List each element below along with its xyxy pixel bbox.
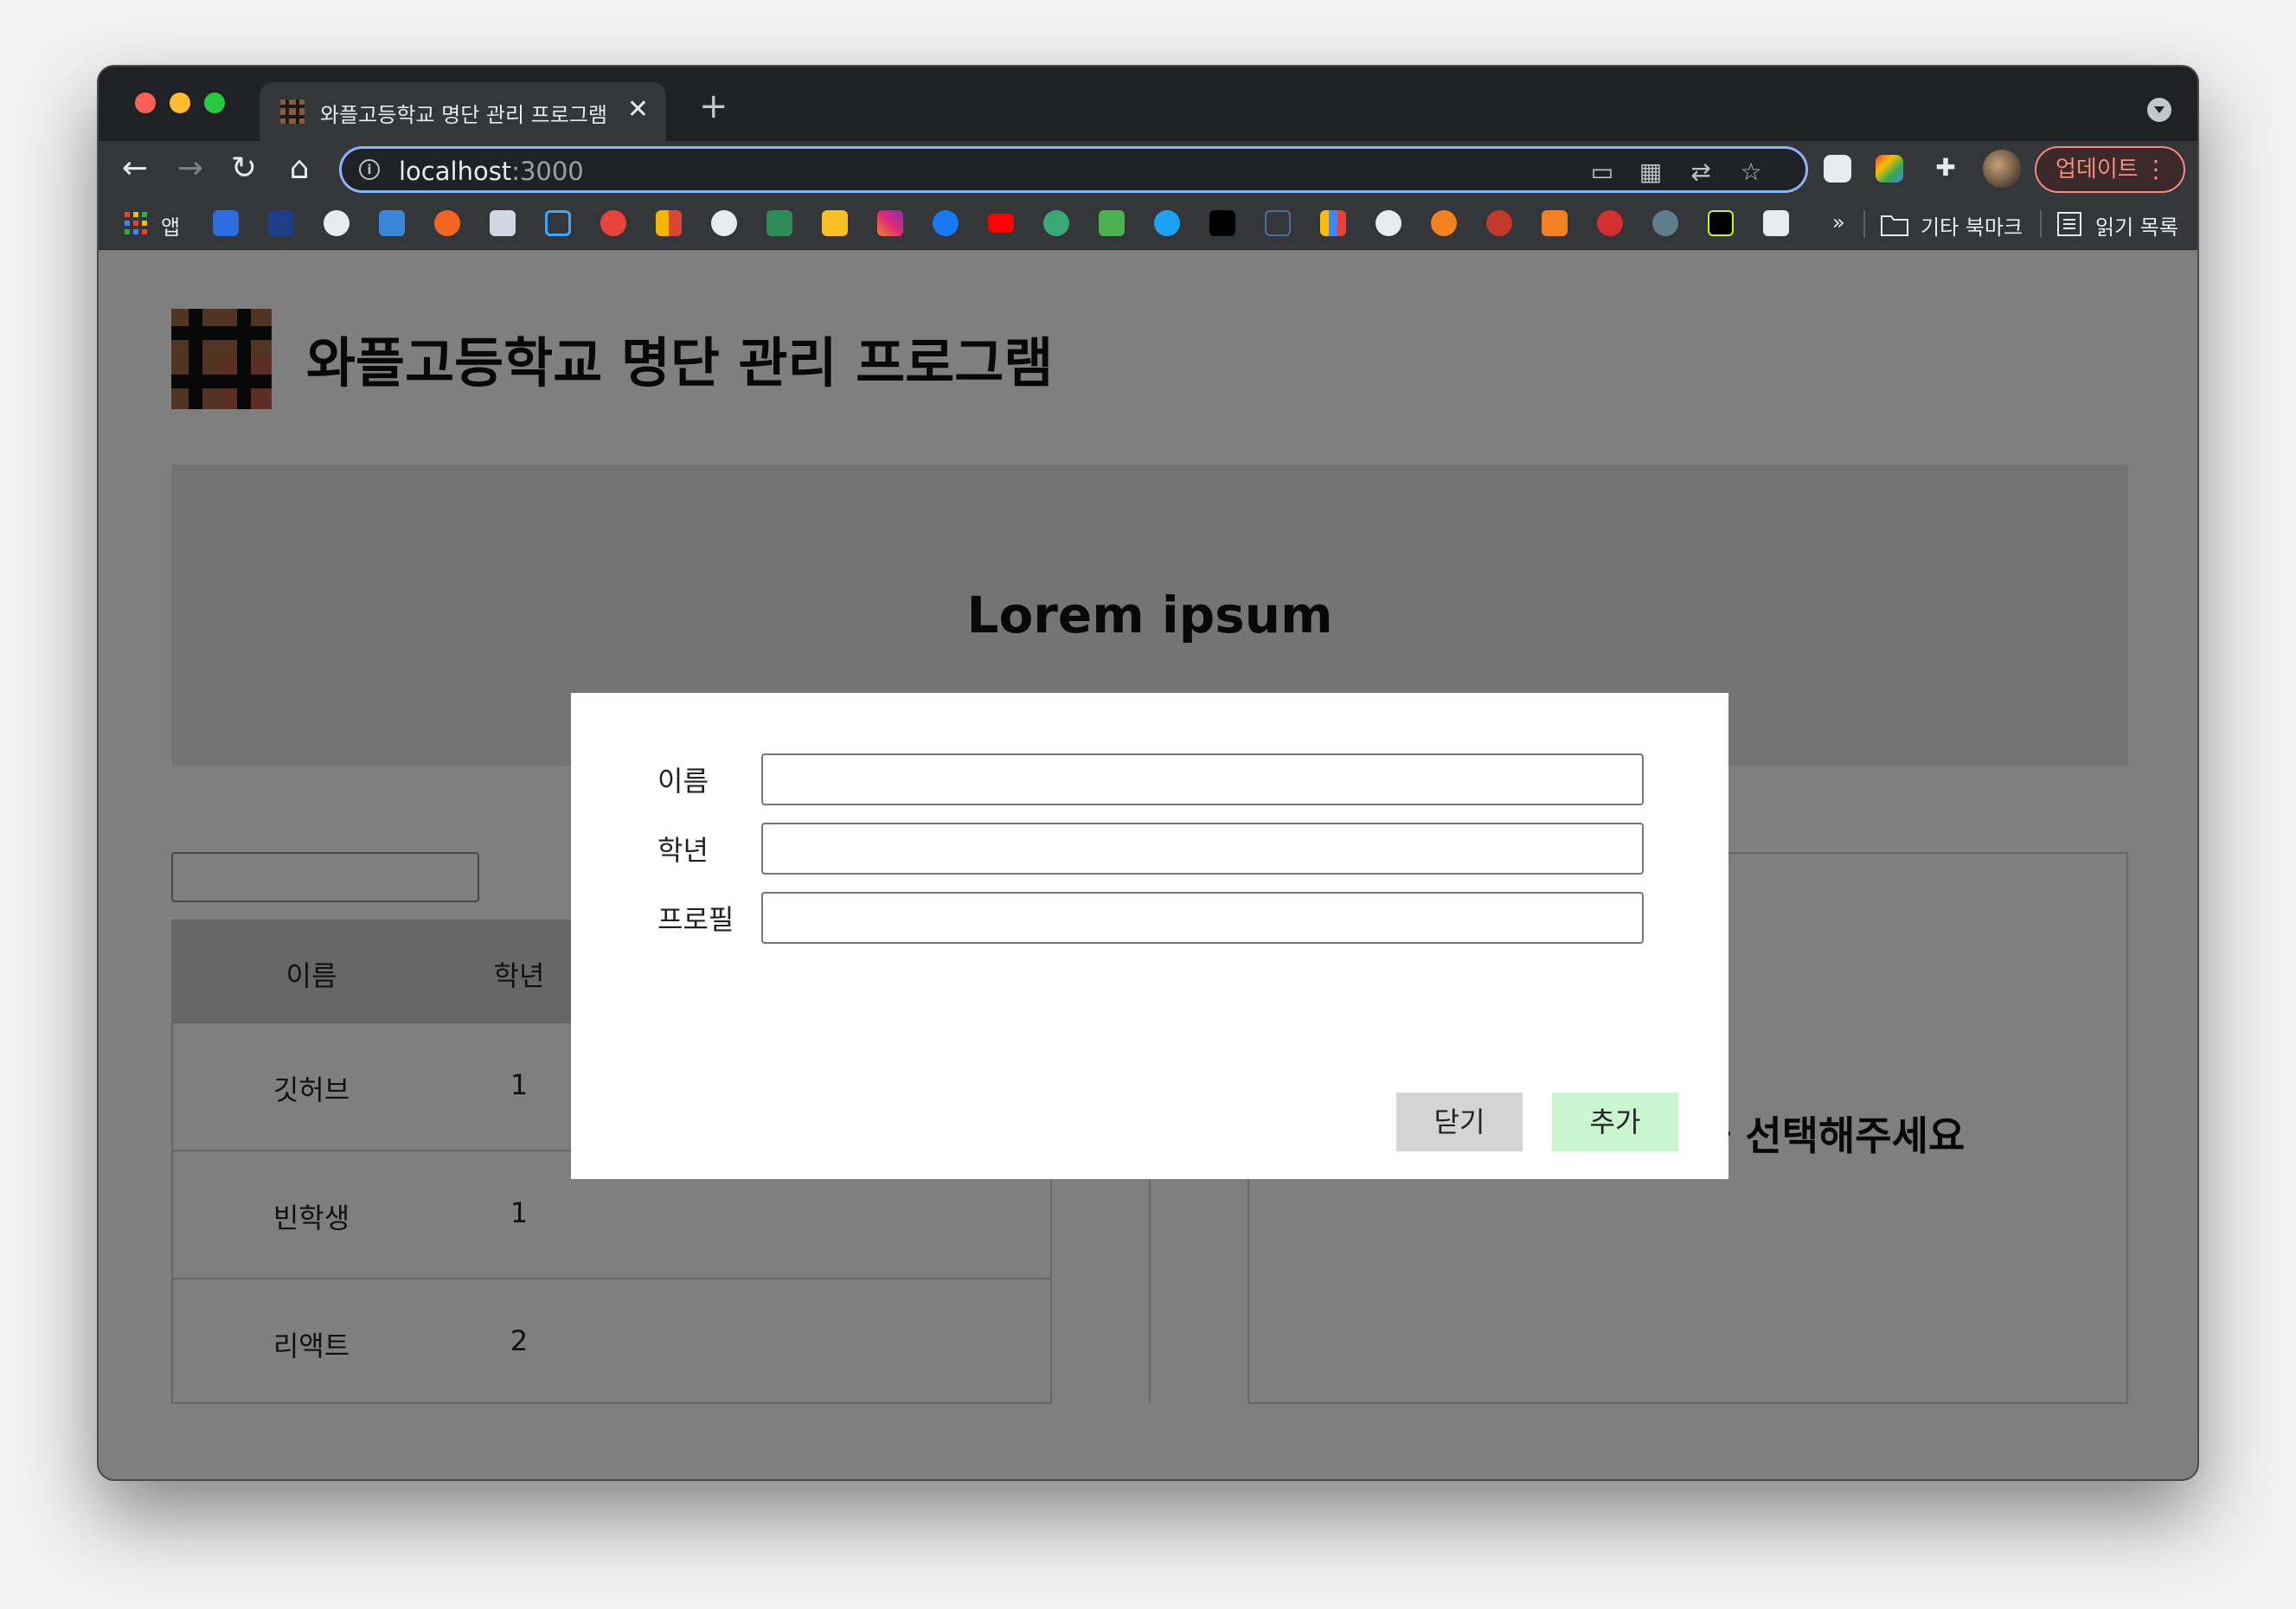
bookmark-icon[interactable] (1431, 210, 1457, 236)
reload-button[interactable]: ↻ (225, 150, 263, 188)
tab-close-icon[interactable]: ✕ (627, 94, 649, 125)
bookmark-star-icon[interactable]: ☆ (1736, 157, 1766, 187)
translate-icon[interactable]: ⇄ (1686, 157, 1716, 187)
add-button[interactable]: 추가 (1552, 1093, 1678, 1151)
github-icon[interactable] (1376, 210, 1401, 236)
facebook-icon[interactable] (933, 210, 959, 236)
more-menu-icon[interactable]: ⋮ (2144, 148, 2168, 191)
tab-strip: 와플고등학교 명단 관리 프로그램 ✕ + (99, 67, 2197, 141)
profile-input[interactable] (761, 892, 1644, 944)
reading-list-label[interactable]: 읽기 목록 (2095, 210, 2178, 240)
update-label: 업데이트 (2055, 157, 2139, 183)
bookmarks-separator (2040, 210, 2042, 238)
bookmark-icon[interactable] (1708, 210, 1734, 236)
other-bookmarks-label[interactable]: 기타 북마크 (1921, 210, 2023, 240)
bookmark-icon[interactable] (822, 210, 848, 236)
update-button[interactable]: 업데이트 ⋮ (2035, 146, 2185, 193)
bookmark-icon[interactable] (268, 210, 294, 236)
close-window-button[interactable] (135, 93, 156, 113)
grade-input[interactable] (761, 823, 1644, 875)
bookmarks-separator (1863, 210, 1865, 238)
code-bookmark-icon[interactable] (1265, 210, 1291, 236)
grade-field-label: 학년 (657, 834, 709, 867)
home-button[interactable]: ⌂ (280, 150, 318, 188)
folder-icon (1881, 215, 1908, 236)
new-tab-button[interactable]: + (699, 89, 728, 124)
bookmark-icon[interactable] (545, 210, 571, 236)
name-field-label: 이름 (657, 765, 709, 798)
minimize-window-button[interactable] (170, 93, 190, 113)
bookmark-icon[interactable] (1154, 210, 1180, 236)
bookmark-icon[interactable] (379, 210, 405, 236)
bookmark-icon[interactable] (1209, 210, 1235, 236)
browser-tab[interactable]: 와플고등학교 명단 관리 프로그램 ✕ (260, 82, 666, 141)
instagram-icon[interactable] (877, 210, 903, 236)
youtube-icon[interactable] (988, 214, 1014, 233)
bookmark-icon[interactable] (656, 210, 682, 236)
extension-icon[interactable] (1824, 155, 1851, 183)
bookmarks-bar: 앱 » 기타 북마크 읽기 목록 (99, 198, 2197, 250)
back-button[interactable]: ← (116, 150, 154, 188)
site-info-icon[interactable]: i (359, 159, 380, 180)
waffle-favicon-icon (280, 99, 305, 124)
add-student-modal: 이름 학년 프로필 닫기 추가 (571, 693, 1728, 1179)
bookmark-icon[interactable] (1043, 210, 1069, 236)
bookmark-icon[interactable] (1486, 210, 1512, 236)
url-text[interactable]: localhost:3000 (399, 157, 584, 186)
profile-avatar[interactable] (1983, 150, 2021, 188)
bookmark-icon[interactable] (213, 210, 239, 236)
name-input[interactable] (761, 753, 1644, 805)
extensions-puzzle-icon[interactable]: ✚ (1931, 153, 1960, 183)
cast-icon[interactable]: ▭ (1587, 157, 1617, 187)
address-bar[interactable]: i localhost:3000 ▭ ▦ ⇄ ☆ (339, 146, 1808, 193)
apps-bookmark-label[interactable]: 앱 (161, 210, 180, 240)
bookmark-icon[interactable] (1652, 210, 1678, 236)
qr-code-icon[interactable]: ▦ (1636, 157, 1665, 187)
url-host: localhost (399, 157, 512, 186)
chart-bookmark-icon[interactable] (1320, 210, 1346, 236)
reading-list-icon (2057, 212, 2081, 236)
browser-toolbar: ← → ↻ ⌂ i localhost:3000 ▭ ▦ ⇄ ☆ ✚ 업데이트 … (99, 141, 2197, 198)
apps-grid-icon[interactable] (125, 212, 147, 234)
extension-color-icon[interactable] (1876, 155, 1903, 183)
bookmark-icon[interactable] (600, 210, 626, 236)
bookmarks-overflow-button[interactable]: » (1832, 210, 1845, 234)
bookmark-icon[interactable] (1099, 210, 1125, 236)
forward-button[interactable]: → (171, 150, 209, 188)
maximize-window-button[interactable] (204, 93, 225, 113)
close-button[interactable]: 닫기 (1396, 1093, 1523, 1151)
globe-bookmark-icon[interactable] (711, 210, 737, 236)
bookmark-icon[interactable] (490, 210, 516, 236)
tab-search-icon[interactable] (2147, 98, 2171, 122)
page-viewport: 와플고등학교 명단 관리 프로그램 Lorem ipsum 이름 학년 깃허브 … (99, 250, 2197, 1479)
tab-title: 와플고등학교 명단 관리 프로그램 (320, 103, 608, 127)
bookmark-icon[interactable] (434, 210, 460, 236)
browser-window: 와플고등학교 명단 관리 프로그램 ✕ + ← → ↻ ⌂ i localhos… (97, 65, 2199, 1481)
bookmark-icon[interactable] (1597, 210, 1623, 236)
stackoverflow-icon[interactable] (1542, 210, 1568, 236)
desktop-background: 와플고등학교 명단 관리 프로그램 ✕ + ← → ↻ ⌂ i localhos… (0, 0, 2296, 1609)
url-port: :3000 (511, 157, 584, 186)
globe-bookmark-icon[interactable] (324, 210, 350, 236)
bookmark-icon[interactable] (766, 210, 792, 236)
bookmark-icon[interactable] (1763, 210, 1789, 236)
profile-field-label: 프로필 (657, 903, 734, 936)
